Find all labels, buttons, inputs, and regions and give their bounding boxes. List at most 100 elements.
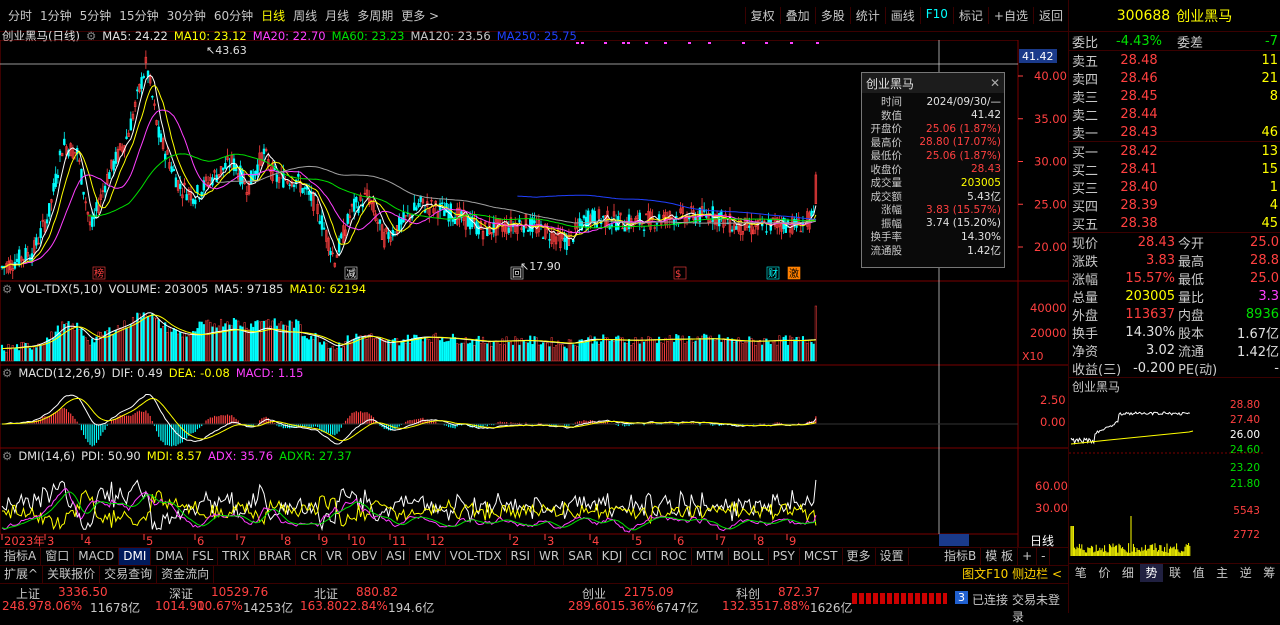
- indicator-tab-25[interactable]: 设置: [876, 548, 909, 565]
- collapse-icon[interactable]: ⚙: [2, 282, 12, 296]
- collapse-icon[interactable]: ⚙: [2, 449, 12, 463]
- volume-bar: [85, 338, 87, 361]
- indicator-tab-21[interactable]: BOLL: [729, 548, 769, 565]
- extension-tab-3[interactable]: 资金流向: [157, 566, 214, 583]
- volume-bar: [523, 341, 525, 361]
- template-tab-0[interactable]: 指标B: [940, 548, 981, 565]
- indicator-tab-0[interactable]: 指标A: [0, 548, 41, 565]
- month-label: 3: [547, 534, 554, 547]
- quote-tab-0[interactable]: 笔: [1069, 564, 1093, 582]
- toolbar-action-8[interactable]: 返回: [1033, 7, 1068, 24]
- toolbar-action-0[interactable]: 复权: [745, 7, 780, 24]
- trade-status[interactable]: 交易未登录: [1012, 591, 1068, 625]
- candle-body: [340, 234, 342, 238]
- close-icon[interactable]: ✕: [990, 76, 1000, 90]
- month-label: 2: [512, 534, 519, 547]
- quote-tab-4[interactable]: 联: [1163, 564, 1187, 582]
- quote-tab-1[interactable]: 价: [1093, 564, 1117, 582]
- candle-body: [736, 226, 738, 229]
- period-tab-1[interactable]: 1分钟: [36, 7, 76, 24]
- volume-bar: [628, 339, 630, 361]
- template-tab-1[interactable]: 模 板: [981, 548, 1018, 565]
- indicator-tab-13[interactable]: VOL-TDX: [446, 548, 507, 565]
- indicator-tab-11[interactable]: ASI: [382, 548, 410, 565]
- info-label: 今开: [1175, 233, 1211, 251]
- indicator-tab-18[interactable]: CCI: [627, 548, 656, 565]
- period-tab-8[interactable]: 月线: [321, 7, 353, 24]
- indicator-tab-5[interactable]: FSL: [188, 548, 218, 565]
- indicator-tab-20[interactable]: MTM: [692, 548, 729, 565]
- toolbar-action-2[interactable]: 多股: [815, 7, 850, 24]
- ask-row: 卖一28.4346: [1069, 123, 1280, 141]
- quote-tab-6[interactable]: 主: [1210, 564, 1234, 582]
- volume-bar: [340, 348, 342, 361]
- template-tab-3[interactable]: -: [1037, 548, 1050, 565]
- toolbar-action-4[interactable]: 画线: [885, 7, 920, 24]
- connection-badge[interactable]: 3: [955, 591, 968, 604]
- collapse-icon[interactable]: ⚙: [2, 366, 12, 380]
- indicator-tab-17[interactable]: KDJ: [598, 548, 628, 565]
- indicator-tab-24[interactable]: 更多: [843, 548, 876, 565]
- period-tag: 日线: [1030, 534, 1054, 547]
- extension-tab-2[interactable]: 交易查询: [100, 566, 157, 583]
- tooltip-title-bar[interactable]: 创业黑马 ✕: [862, 73, 1004, 93]
- volume-bar: [111, 334, 113, 361]
- period-tab-5[interactable]: 60分钟: [210, 7, 257, 24]
- period-tab-2[interactable]: 5分钟: [76, 7, 116, 24]
- indicator-tab-7[interactable]: BRAR: [255, 548, 297, 565]
- toolbar-action-1[interactable]: 叠加: [780, 7, 815, 24]
- volume-bar: [673, 342, 675, 361]
- ask-row: 卖二28.44: [1069, 105, 1280, 123]
- indicator-tab-4[interactable]: DMA: [151, 548, 188, 565]
- indicator-tab-8[interactable]: CR: [296, 548, 322, 565]
- indicator-tab-1[interactable]: 窗口: [41, 548, 74, 565]
- quote-tab-8[interactable]: 筹: [1258, 564, 1280, 582]
- volume-bar: [731, 339, 733, 361]
- indicator-tab-2[interactable]: MACD: [74, 548, 119, 565]
- indicator-tab-15[interactable]: WR: [535, 548, 564, 565]
- period-tab-7[interactable]: 周线: [289, 7, 321, 24]
- template-tab-2[interactable]: +: [1018, 548, 1037, 565]
- quote-tab-3[interactable]: 势: [1140, 564, 1164, 582]
- info-value: 1.42亿: [1211, 341, 1279, 359]
- macd-legend: ⚙ MACD(12,26,9) DIF: 0.49 DEA: -0.08 MAC…: [2, 366, 303, 380]
- indicator-tab-16[interactable]: SAR: [564, 548, 597, 565]
- adxr-value: ADXR: 27.37: [279, 449, 352, 463]
- indicator-tab-19[interactable]: ROC: [657, 548, 692, 565]
- extension-tab-1[interactable]: 关联报价: [43, 566, 100, 583]
- toolbar-action-5[interactable]: F10: [920, 7, 953, 24]
- sidebar-toggle[interactable]: 图文F10 侧边栏 <: [962, 566, 1068, 583]
- intraday-mini-chart[interactable]: 28.8027.4026.0024.6023.2021.8055432772: [1069, 396, 1280, 556]
- volume-bar: [757, 342, 759, 361]
- candle-body: [766, 232, 768, 233]
- period-tab-3[interactable]: 15分钟: [115, 7, 162, 24]
- info-label: 换手: [1069, 323, 1105, 341]
- extension-tab-0[interactable]: 扩展^: [0, 566, 43, 583]
- candle-body: [330, 251, 332, 255]
- period-tab-6[interactable]: 日线: [257, 7, 289, 24]
- volume-bar: [167, 332, 169, 361]
- indicator-tab-22[interactable]: PSY: [769, 548, 800, 565]
- volume-bar: [688, 336, 690, 361]
- period-tab-10[interactable]: 更多 >: [397, 7, 443, 24]
- indicator-tab-14[interactable]: RSI: [507, 548, 536, 565]
- indicator-tab-9[interactable]: VR: [322, 548, 348, 565]
- quote-tab-7[interactable]: 逆: [1234, 564, 1258, 582]
- indicator-tab-6[interactable]: TRIX: [218, 548, 254, 565]
- toolbar-action-3[interactable]: 统计: [850, 7, 885, 24]
- indicator-tab-3[interactable]: DMI: [119, 548, 151, 565]
- period-tab-0[interactable]: 分时: [4, 7, 36, 24]
- volume-bar: [257, 320, 259, 361]
- period-tab-9[interactable]: 多周期: [353, 7, 397, 24]
- indicator-tab-10[interactable]: OBV: [348, 548, 383, 565]
- volume-bar: [113, 334, 115, 361]
- indicator-tab-23[interactable]: MCST: [800, 548, 843, 565]
- toolbar-action-6[interactable]: 标记: [953, 7, 988, 24]
- indicator-tab-12[interactable]: EMV: [410, 548, 445, 565]
- volume-bar: [343, 346, 345, 361]
- volume-bar: [302, 336, 304, 361]
- period-tab-4[interactable]: 30分钟: [163, 7, 210, 24]
- toolbar-action-7[interactable]: +自选: [988, 7, 1033, 24]
- quote-tab-5[interactable]: 值: [1187, 564, 1211, 582]
- quote-tab-2[interactable]: 细: [1116, 564, 1140, 582]
